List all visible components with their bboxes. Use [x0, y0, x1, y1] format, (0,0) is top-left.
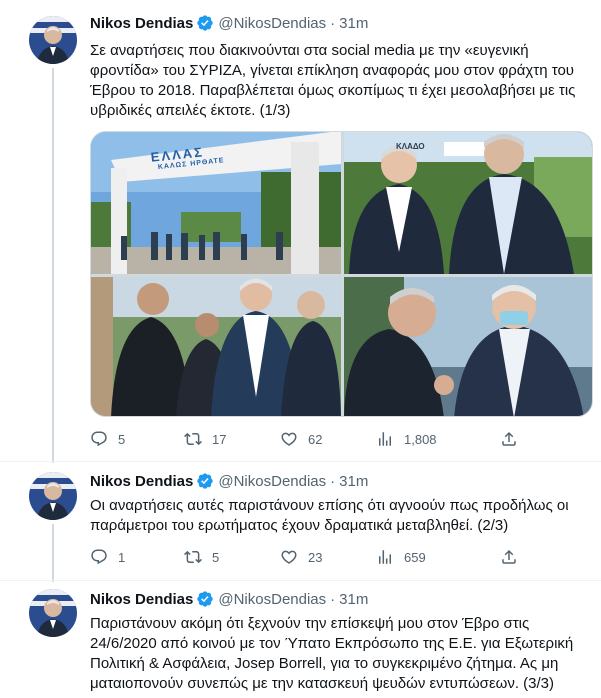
verified-badge-icon	[197, 591, 214, 607]
media-grid: ΕΛΛΑΣ ΚΑΛΩΣ ΗΡΘΑΤΕ ΚΛΑΔΟ	[90, 131, 593, 417]
views-count: 659	[404, 549, 426, 565]
tweet-text-line: Έβρου το 2018. Παραβλέπεται όμως σκοπίμω…	[90, 82, 576, 99]
retweet-icon	[184, 550, 202, 564]
timestamp[interactable]: 31m	[339, 473, 368, 490]
tweet-text-line: παράμετροι του ερωτήματος έχουν δραματικ…	[90, 517, 509, 534]
verified-badge-icon	[197, 15, 214, 31]
media-photo-3[interactable]	[91, 277, 341, 416]
retweet-button[interactable]: 17	[184, 430, 280, 448]
author-name[interactable]: Nikos Dendias	[90, 15, 193, 32]
retweet-button[interactable]: 5	[184, 548, 280, 566]
tweet-text-line: υβριδικές απειλές έκτοτε. (1/3)	[90, 102, 291, 119]
share-button[interactable]	[500, 548, 518, 566]
photo-handshake-officers	[91, 277, 341, 416]
tweet-header: Nikos Dendias @NikosDendias · 31m	[90, 590, 368, 608]
timestamp[interactable]: 31m	[339, 591, 368, 608]
tweet-actions: 1 5 23 659	[90, 548, 518, 566]
like-button[interactable]: 23	[280, 548, 376, 566]
author-name[interactable]: Nikos Dendias	[90, 591, 193, 608]
views-button[interactable]: 659	[376, 548, 500, 566]
tweet-header: Nikos Dendias @NikosDendias · 31m	[90, 472, 368, 490]
tweet-text-line: 24/6/2020 από κοινού με τον Ύπατο Εκπρόσ…	[90, 635, 574, 652]
heart-icon	[281, 432, 297, 446]
media-photo-2[interactable]: ΚΛΑΔΟ	[344, 132, 592, 274]
tweet-text: Παριστάνουν ακόμη ότι ξεχνούν την επίσκε…	[90, 614, 590, 694]
views-icon	[379, 550, 391, 564]
like-count: 62	[308, 431, 323, 447]
avatar-photo	[29, 472, 77, 520]
tweet-text-line: Σε αναρτήσεις που διακινούνται στα socia…	[90, 42, 529, 59]
tweet-header: Nikos Dendias @NikosDendias · 31m	[90, 14, 368, 32]
share-button[interactable]	[500, 430, 518, 448]
tweet-text: Οι αναρτήσεις αυτές παριστάνουν επίσης ό…	[90, 496, 590, 536]
photo2-sign: ΚΛΑΔΟ	[396, 142, 425, 151]
views-button[interactable]: 1,808	[376, 430, 500, 448]
reply-button[interactable]: 5	[90, 430, 184, 448]
reply-count: 5	[118, 431, 126, 447]
author-handle[interactable]: @NikosDendias	[218, 473, 326, 490]
tweet-3[interactable]: Nikos Dendias @NikosDendias · 31m Παριστ…	[0, 581, 601, 698]
avatar[interactable]	[29, 16, 77, 64]
share-icon	[502, 549, 516, 564]
tweet-2[interactable]: Nikos Dendias @NikosDendias · 31m Οι ανα…	[0, 462, 601, 582]
author-handle[interactable]: @NikosDendias	[218, 15, 326, 32]
avatar-photo	[29, 16, 77, 64]
tweet-text-line: φροντίδα» του ΣΥΡΙΖΑ, γίνεται επίκληση α…	[90, 62, 574, 79]
retweet-count: 5	[212, 549, 220, 565]
separator-dot: ·	[330, 472, 336, 490]
like-count: 23	[308, 549, 323, 565]
views-count: 1,808	[404, 431, 437, 447]
avatar[interactable]	[29, 589, 77, 637]
tweet-actions: 5 17 62 1,808	[90, 430, 518, 448]
tweet-text-line: Παριστάνουν ακόμη ότι ξεχνούν την επίσκε…	[90, 615, 530, 632]
retweet-count: 17	[212, 431, 227, 447]
tweet-1[interactable]: Nikos Dendias @NikosDendias · 31m Σε ανα…	[0, 0, 601, 463]
media-photo-1[interactable]: ΕΛΛΑΣ ΚΑΛΩΣ ΗΡΘΑΤΕ	[91, 132, 341, 274]
views-icon	[379, 432, 391, 446]
reply-count: 1	[118, 549, 126, 565]
like-button[interactable]: 62	[280, 430, 376, 448]
reply-button[interactable]: 1	[90, 548, 184, 566]
retweet-icon	[184, 432, 202, 446]
media-photo-4[interactable]	[344, 277, 592, 416]
reply-icon	[91, 431, 107, 447]
tweet-text-line: Οι αναρτήσεις αυτές παριστάνουν επίσης ό…	[90, 497, 569, 514]
photo-handshake-borrell	[344, 277, 592, 416]
tweet-text: Σε αναρτήσεις που διακινούνται στα socia…	[90, 41, 590, 121]
share-icon	[502, 431, 516, 446]
photo-officials-walking	[344, 132, 592, 274]
author-name[interactable]: Nikos Dendias	[90, 473, 193, 490]
tweet-text-line: Πολιτική & Ασφάλεια, Josep Borrell, για …	[90, 655, 559, 672]
author-handle[interactable]: @NikosDendias	[218, 591, 326, 608]
reply-icon	[91, 549, 107, 565]
avatar[interactable]	[29, 472, 77, 520]
tweet-text-line: ματαιοπονούν συνεπώς με την κατασκευή ψε…	[90, 675, 555, 692]
avatar-photo	[29, 589, 77, 637]
verified-badge-icon	[197, 473, 214, 489]
separator-dot: ·	[330, 590, 336, 608]
thread-line	[52, 524, 54, 582]
heart-icon	[281, 550, 297, 564]
thread-line	[52, 68, 54, 463]
timestamp[interactable]: 31m	[339, 15, 368, 32]
separator-dot: ·	[330, 14, 336, 32]
